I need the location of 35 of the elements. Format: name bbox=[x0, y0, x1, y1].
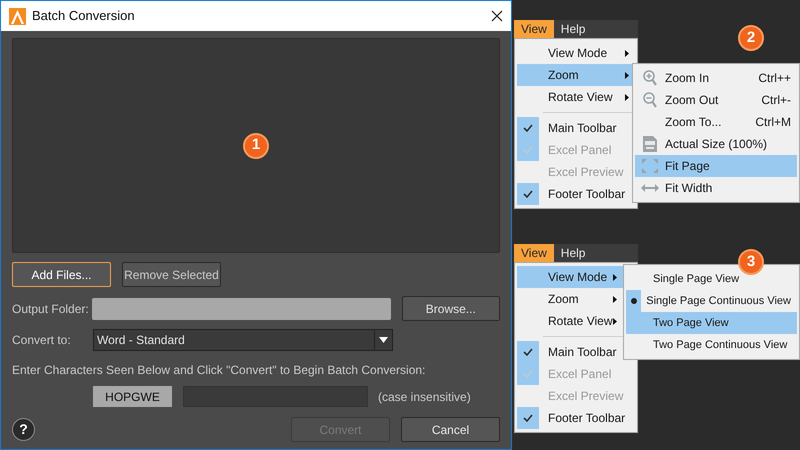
number-badge: 2 bbox=[738, 25, 764, 51]
menu-item[interactable]: Footer Toolbar bbox=[517, 183, 637, 205]
captcha-code: HOPGWE bbox=[93, 386, 172, 407]
field-label: Output Folder: bbox=[12, 300, 90, 318]
number-badge: 1 bbox=[243, 132, 269, 158]
menu-item[interactable]: Main Toolbar bbox=[517, 117, 637, 139]
browse-button[interactable]: Browse... bbox=[402, 296, 500, 321]
menu-item[interactable]: Rotate View bbox=[517, 86, 635, 108]
format-dropdown[interactable]: Word - Standard bbox=[93, 328, 393, 350]
menu-item[interactable]: Footer Toolbar bbox=[517, 407, 637, 429]
submenu-item[interactable]: Zoom In Ctrl++ bbox=[635, 67, 797, 89]
add-files-button[interactable]: Add Files... bbox=[12, 262, 111, 287]
shortcut-label: Ctrl++ bbox=[758, 70, 791, 87]
remove-selected-button[interactable]: Remove Selected bbox=[122, 262, 221, 287]
submenu-item[interactable]: Actual Size (100%) bbox=[635, 133, 797, 155]
shortcut-label: Ctrl+- bbox=[761, 92, 791, 109]
help-button[interactable]: ? bbox=[12, 418, 35, 441]
instruction-text: Enter Characters Seen Below and Click "Convert" to Begin Batch Conversion: bbox=[12, 362, 426, 379]
cancel-button[interactable]: Cancel bbox=[401, 417, 500, 442]
menu-bar-item[interactable]: Help bbox=[554, 20, 592, 38]
submenu-item[interactable]: Fit Width bbox=[635, 177, 797, 199]
field-label: Convert to: bbox=[12, 332, 72, 348]
shortcut-label: Ctrl+M bbox=[755, 114, 791, 131]
submenu-item[interactable]: Two Page View bbox=[626, 312, 797, 334]
number-badge: 3 bbox=[738, 249, 764, 275]
menu-item[interactable]: Zoom bbox=[517, 64, 635, 86]
submenu-item[interactable]: Zoom Out Ctrl+- bbox=[635, 89, 797, 111]
menu-item[interactable]: View Mode bbox=[517, 42, 635, 64]
menu-bar-item[interactable]: Help bbox=[554, 244, 592, 262]
menu-bar-item[interactable]: View bbox=[514, 244, 554, 262]
submenu-item[interactable]: Zoom To... Ctrl+M bbox=[635, 111, 797, 133]
menu-bar-item[interactable]: View bbox=[514, 20, 554, 38]
case-note: (case insensitive) bbox=[378, 388, 471, 406]
window-title: Batch Conversion bbox=[32, 7, 136, 26]
submenu-item[interactable]: Fit Page bbox=[635, 155, 797, 177]
